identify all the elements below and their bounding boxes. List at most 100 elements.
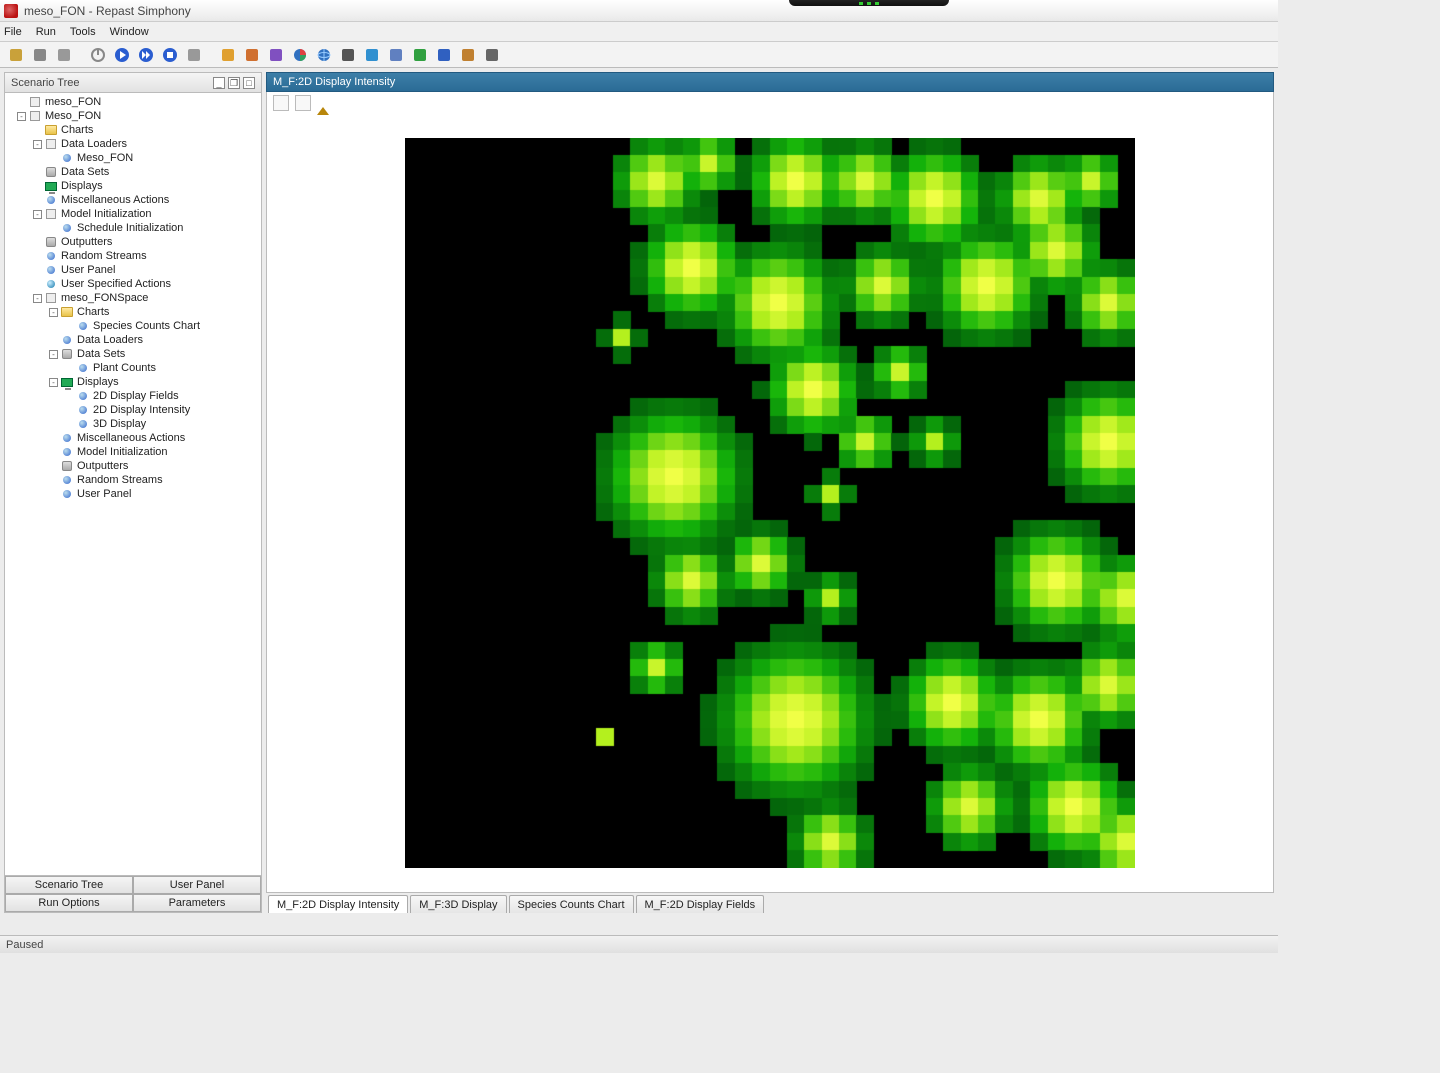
tree-node[interactable]: Data Loaders: [5, 333, 261, 347]
tree-node[interactable]: Meso_FON: [5, 151, 261, 165]
play-icon[interactable]: [112, 45, 132, 65]
display-toolbar: [266, 92, 1274, 114]
left-tab[interactable]: Run Options: [5, 894, 133, 912]
tree-label: 2D Display Fields: [93, 390, 179, 402]
menu-file[interactable]: File: [4, 26, 22, 38]
panel-maximize-icon[interactable]: □: [243, 77, 255, 89]
tree-node[interactable]: Random Streams: [5, 249, 261, 263]
tree-node[interactable]: -Meso_FON: [5, 109, 261, 123]
scenario-tree-header: Scenario Tree _ ❐ □: [5, 73, 261, 93]
collapse-icon[interactable]: -: [49, 378, 58, 387]
home-icon[interactable]: [317, 97, 329, 109]
tree-spacer: [33, 196, 42, 205]
display-canvas-area[interactable]: [266, 114, 1274, 893]
display-title: M_F:2D Display Intensity: [273, 76, 395, 88]
tree-node[interactable]: 2D Display Fields: [5, 389, 261, 403]
piechart-icon[interactable]: [290, 45, 310, 65]
tree-spacer: [17, 98, 26, 107]
wave-icon[interactable]: [218, 45, 238, 65]
tree-icon: [44, 278, 58, 290]
tree-node[interactable]: Random Streams: [5, 473, 261, 487]
left-tab[interactable]: User Panel: [133, 876, 261, 894]
tree-node[interactable]: Schedule Initialization: [5, 221, 261, 235]
tree-node[interactable]: Miscellaneous Actions: [5, 431, 261, 445]
collapse-icon[interactable]: -: [33, 210, 42, 219]
picture-icon[interactable]: [434, 45, 454, 65]
tree-node[interactable]: Species Counts Chart: [5, 319, 261, 333]
left-tab[interactable]: Parameters: [133, 894, 261, 912]
tree-node[interactable]: Outputters: [5, 235, 261, 249]
tree-node[interactable]: -Displays: [5, 375, 261, 389]
tree-node[interactable]: User Panel: [5, 487, 261, 501]
tree-node[interactable]: -Data Sets: [5, 347, 261, 361]
tree-icon: [60, 376, 74, 388]
main-toolbar: [0, 42, 1278, 68]
tree-node[interactable]: - Data Loaders: [5, 137, 261, 151]
tree-label: Data Sets: [61, 166, 109, 178]
tree-node[interactable]: 3D Display: [5, 417, 261, 431]
tree-spacer: [65, 364, 74, 373]
tree-icon: [44, 292, 58, 304]
cube-icon[interactable]: [386, 45, 406, 65]
search-icon[interactable]: [338, 45, 358, 65]
tree-node[interactable]: Miscellaneous Actions: [5, 193, 261, 207]
scenario-tree[interactable]: meso_FON-Meso_FONCharts-Data LoadersMeso…: [5, 93, 261, 875]
tree-node[interactable]: Model Initialization: [5, 445, 261, 459]
image-icon[interactable]: [410, 45, 430, 65]
export-icon[interactable]: [295, 95, 311, 111]
tree-icon: [60, 222, 74, 234]
collapse-icon[interactable]: -: [49, 308, 58, 317]
collapse-icon[interactable]: -: [49, 350, 58, 359]
display-tab[interactable]: M_F:2D Display Intensity: [268, 895, 408, 913]
settings-icon[interactable]: [482, 45, 502, 65]
stop-icon[interactable]: [160, 45, 180, 65]
tree-label: User Specified Actions: [61, 278, 171, 290]
intensity-canvas[interactable]: [405, 138, 1135, 868]
network-icon[interactable]: [362, 45, 382, 65]
collapse-icon[interactable]: -: [33, 294, 42, 303]
tree-icon: [44, 180, 58, 192]
collapse-icon[interactable]: -: [17, 112, 26, 121]
menu-window[interactable]: Window: [110, 26, 149, 38]
menu-bar[interactable]: File Run Tools Window: [0, 22, 1278, 42]
tree-label: Charts: [61, 124, 93, 136]
display-tab[interactable]: Species Counts Chart: [509, 895, 634, 913]
folder-open-icon[interactable]: [6, 45, 26, 65]
display-tab[interactable]: M_F:3D Display: [410, 895, 506, 913]
camera-icon[interactable]: [273, 95, 289, 111]
left-bottom-tabs: Scenario TreeUser PanelRun OptionsParame…: [5, 875, 261, 912]
tree-node[interactable]: 2D Display Intensity: [5, 403, 261, 417]
save-icon[interactable]: [30, 45, 50, 65]
database-icon[interactable]: [54, 45, 74, 65]
tree-spacer: [49, 154, 58, 163]
display-tab-label: M_F:3D Display: [419, 899, 497, 911]
display-tab[interactable]: M_F:2D Display Fields: [636, 895, 765, 913]
panel-minimize-icon[interactable]: _: [213, 77, 225, 89]
menu-tools[interactable]: Tools: [70, 26, 96, 38]
tree-node[interactable]: User Panel: [5, 263, 261, 277]
tree-node[interactable]: meso_FON: [5, 95, 261, 109]
panel-restore-icon[interactable]: ❐: [228, 77, 240, 89]
tree-label: Data Loaders: [61, 138, 127, 150]
step-icon[interactable]: [136, 45, 156, 65]
tree-label: Random Streams: [61, 250, 147, 262]
tree-node[interactable]: User Specified Actions: [5, 277, 261, 291]
globe-icon[interactable]: [314, 45, 334, 65]
reset-icon[interactable]: [184, 45, 204, 65]
collapse-icon[interactable]: -: [33, 140, 42, 149]
tree-spacer: [33, 266, 42, 275]
grid-icon[interactable]: [242, 45, 262, 65]
tree-node[interactable]: -Charts: [5, 305, 261, 319]
tree-node[interactable]: -meso_FONSpace: [5, 291, 261, 305]
menu-run[interactable]: Run: [36, 26, 56, 38]
tree-node[interactable]: Charts: [5, 123, 261, 137]
tree-node[interactable]: Plant Counts: [5, 361, 261, 375]
agents-icon[interactable]: [266, 45, 286, 65]
tree-node[interactable]: Outputters: [5, 459, 261, 473]
power-icon[interactable]: [88, 45, 108, 65]
left-tab[interactable]: Scenario Tree: [5, 876, 133, 894]
tree-node[interactable]: Displays: [5, 179, 261, 193]
tree-node[interactable]: Data Sets: [5, 165, 261, 179]
doc-icon[interactable]: [458, 45, 478, 65]
tree-node[interactable]: -Model Initialization: [5, 207, 261, 221]
